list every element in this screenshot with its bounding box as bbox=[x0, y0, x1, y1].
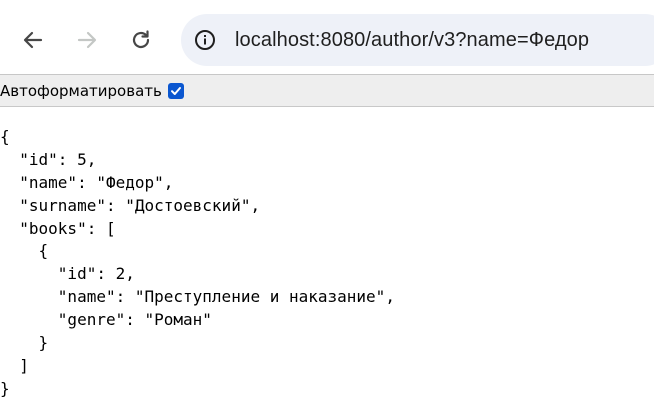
json-line: ] bbox=[0, 355, 29, 375]
json-line: "books": [ bbox=[0, 218, 116, 238]
browser-window: localhost:8080/author/v3?name=Федор Авто… bbox=[0, 0, 654, 414]
url-text[interactable]: localhost:8080/author/v3?name=Федор bbox=[235, 29, 589, 52]
arrow-right-icon bbox=[77, 31, 97, 49]
prettyprint-bar: Автоформатировать bbox=[0, 75, 654, 107]
json-line: "name": "Федор", bbox=[0, 172, 174, 192]
json-line: } bbox=[0, 333, 49, 353]
json-line: "id": 5, bbox=[0, 149, 97, 169]
json-body: { "id": 5, "name": "Федор", "surname": "… bbox=[0, 126, 395, 401]
prettyprint-checkbox[interactable] bbox=[167, 82, 184, 99]
reload-button[interactable] bbox=[121, 20, 161, 60]
address-bar[interactable]: localhost:8080/author/v3?name=Федор bbox=[181, 14, 654, 66]
forward-button[interactable] bbox=[67, 20, 107, 60]
back-button[interactable] bbox=[13, 20, 53, 60]
browser-toolbar: localhost:8080/author/v3?name=Федор bbox=[0, 0, 654, 74]
json-line: "genre": "Роман" bbox=[0, 310, 212, 330]
arrow-left-icon bbox=[23, 31, 43, 49]
json-line: { bbox=[0, 241, 49, 261]
json-line: { bbox=[0, 127, 10, 146]
json-line: "name": "Преступление и наказание", bbox=[0, 287, 395, 307]
json-line: "id": 2, bbox=[0, 264, 135, 284]
site-info-button[interactable] bbox=[193, 28, 217, 52]
reload-icon bbox=[132, 30, 150, 49]
prettyprint-label[interactable]: Автоформатировать bbox=[0, 82, 162, 100]
json-line: } bbox=[0, 378, 10, 398]
checkmark-icon bbox=[170, 86, 181, 95]
info-circle-icon bbox=[195, 30, 215, 50]
json-line: "surname": "Достоевский", bbox=[0, 195, 261, 215]
